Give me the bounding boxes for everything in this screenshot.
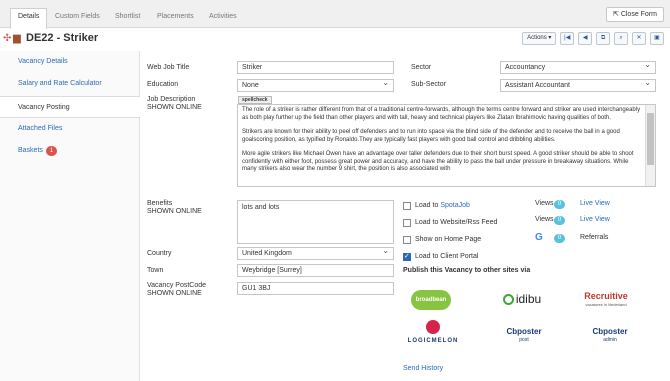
sidebar: Vacancy Details Salary and Rate Calculat… — [0, 51, 140, 381]
views-count-badge: 0 — [554, 200, 565, 209]
sidebar-item-salary-calculator[interactable]: Salary and Rate Calculator — [0, 73, 140, 95]
sector-label: Sector — [411, 64, 432, 71]
tab-activities[interactable]: Activities — [202, 9, 244, 28]
website-rss-checkbox[interactable] — [403, 219, 411, 227]
postcode-input[interactable]: GU1 3BJ — [237, 282, 394, 295]
description-scrollbar[interactable] — [645, 105, 655, 186]
benefits-label: Benefits — [147, 200, 173, 207]
melon-icon — [426, 320, 440, 334]
record-toolbar: Actions ▾ |◀ ◀ ⧉ ⌕ ✕ ▣ — [520, 32, 664, 46]
scrollbar-thumb[interactable] — [647, 113, 654, 165]
spotajob-label: Load to SpotaJob — [415, 202, 470, 209]
education-label: Education — [147, 81, 179, 88]
job-description-paragraph: Strikers are known for their ability to … — [242, 129, 620, 143]
benefits-shown-online: SHOWN ONLINE — [147, 208, 202, 215]
copy-icon[interactable]: ⧉ — [596, 32, 611, 45]
title-row: ✣ ▆ DE22 - Striker Actions ▾ |◀ ◀ ⧉ ⌕ ✕ … — [0, 29, 670, 51]
recruitive-logo[interactable]: Recruitive vacatures in Nederland — [578, 290, 634, 310]
job-description-paragraph: More agile strikers like Michael Owen ha… — [242, 151, 634, 172]
tab-custom-fields[interactable]: Custom Fields — [48, 9, 107, 28]
postcode-shown-online: SHOWN ONLINE — [147, 290, 202, 297]
sidebar-item-baskets[interactable]: Baskets 1 — [0, 140, 140, 162]
live-view-link[interactable]: Live View — [580, 216, 610, 223]
broadcaster-admin-logo[interactable]: Cbposter admin — [586, 327, 634, 347]
town-input[interactable]: Weybridge [Surrey] — [237, 264, 394, 277]
search-icon[interactable]: ⌕ — [614, 32, 629, 45]
home-page-label: Show on Home Page — [415, 236, 482, 243]
country-label: Country — [147, 250, 172, 257]
send-history-link[interactable]: Send History — [403, 365, 443, 372]
home-page-checkbox[interactable] — [403, 236, 411, 244]
web-job-title-input[interactable]: Striker — [237, 61, 394, 74]
close-form-icon: ⇱ — [613, 11, 621, 18]
previous-record-icon[interactable]: ◀ — [578, 32, 593, 45]
job-description-label: Job Description — [147, 96, 196, 103]
spotajob-checkbox[interactable] — [403, 202, 411, 210]
views-label: Views — [535, 200, 554, 207]
broadcaster-post-logo[interactable]: Cbposter post — [500, 327, 548, 347]
publish-title: Publish this Vacancy to other sites via — [403, 267, 531, 274]
idibu-logo[interactable]: idibu — [497, 289, 547, 309]
live-view-link[interactable]: Live View — [580, 200, 610, 207]
tab-details[interactable]: Details — [10, 8, 48, 29]
benefits-textarea[interactable]: lots and lots — [237, 200, 394, 244]
sub-sector-label: Sub-Sector — [411, 81, 447, 88]
referrals-count-badge: 0 — [554, 234, 565, 243]
job-description-shown-online: SHOWN ONLINE — [147, 104, 202, 111]
idibu-power-icon — [502, 294, 514, 306]
google-icon: G — [535, 232, 543, 243]
postcode-label: Vacancy PostCode — [147, 282, 207, 289]
close-form-button[interactable]: ⇱ Close Form — [606, 7, 664, 22]
client-portal-label: Load to Client Portal — [415, 253, 479, 260]
client-portal-checkbox[interactable] — [403, 252, 411, 261]
page-title: DE22 - Striker — [26, 32, 99, 44]
tab-shortlist[interactable]: Shortlist — [108, 9, 147, 28]
sector-select[interactable]: Accountancy — [500, 59, 656, 74]
move-icon: ✣ — [3, 33, 12, 44]
tab-placements[interactable]: Placements — [150, 9, 201, 28]
logicmelon-logo[interactable]: LOGICMELON — [403, 320, 463, 350]
town-label: Town — [147, 267, 164, 274]
baskets-count-badge: 1 — [45, 146, 58, 156]
referrals-label: Referrals — [580, 234, 609, 241]
views-label: Views — [535, 216, 554, 223]
top-tab-bar: Details Custom Fields Shortlist Placemen… — [0, 0, 670, 29]
job-description-textarea[interactable]: The role of a striker is rather differen… — [237, 104, 656, 187]
briefcase-icon: ▆ — [13, 33, 21, 44]
website-rss-label: Load to Website/Rss Feed — [415, 219, 498, 226]
sidebar-item-vacancy-details[interactable]: Vacancy Details — [0, 51, 140, 73]
web-job-title-label: Web Job Title — [147, 64, 190, 71]
sidebar-item-attached-files[interactable]: Attached Files — [0, 118, 140, 140]
country-select[interactable]: United Kingdom — [237, 245, 394, 260]
delete-icon[interactable]: ✕ — [632, 32, 647, 45]
save-icon[interactable]: ▣ — [650, 32, 664, 45]
spellcheck-button[interactable]: spellcheck — [238, 96, 272, 104]
sub-sector-select[interactable]: Assistant Accountant — [500, 77, 656, 92]
broadbean-logo[interactable]: broadbean — [411, 290, 451, 310]
education-select[interactable]: None — [237, 77, 394, 92]
views-count-badge: 0 — [554, 216, 565, 225]
sidebar-item-vacancy-posting[interactable]: Vacancy Posting — [0, 96, 140, 118]
first-record-icon[interactable]: |◀ — [560, 32, 575, 45]
job-description-paragraph: The role of a striker is rather differen… — [242, 107, 641, 121]
actions-dropdown-button[interactable]: Actions ▾ — [522, 32, 557, 45]
